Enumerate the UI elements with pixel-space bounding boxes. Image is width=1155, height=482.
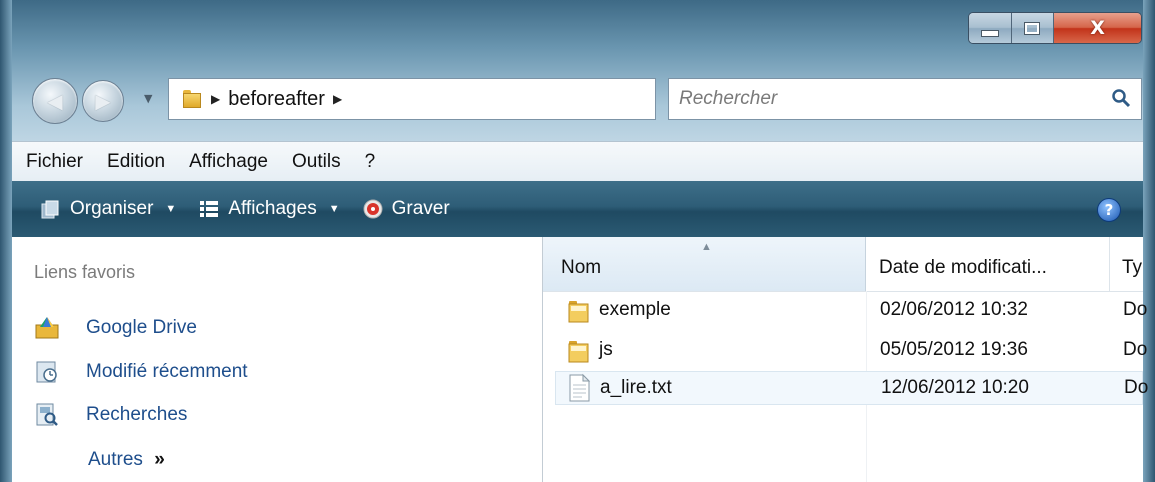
column-header-label: Date de modificati... bbox=[879, 257, 1047, 278]
minimize-icon bbox=[980, 29, 999, 37]
folder-icon bbox=[181, 88, 203, 110]
column-header-label: Nom bbox=[561, 257, 602, 278]
file-date: 05/05/2012 19:36 bbox=[880, 339, 1028, 360]
organize-button[interactable]: Organiser ▼ bbox=[40, 198, 176, 220]
help-icon[interactable]: ? bbox=[1097, 198, 1121, 222]
burn-label: Graver bbox=[391, 198, 450, 219]
favorites-more-link[interactable]: Autres » bbox=[88, 449, 165, 471]
forward-button[interactable]: ▶ bbox=[82, 80, 124, 122]
back-button[interactable]: ◀ bbox=[32, 78, 78, 124]
chevron-down-icon: ▼ bbox=[328, 203, 340, 215]
more-label: Autres bbox=[88, 449, 143, 470]
column-header-date[interactable]: Date de modificati... bbox=[866, 237, 1110, 291]
menu-help[interactable]: ? bbox=[353, 151, 388, 173]
folder-icon bbox=[568, 341, 589, 363]
favorite-google-drive[interactable]: Google Drive bbox=[34, 315, 197, 341]
column-headers: ▲ Nom Date de modificati... Ty bbox=[543, 237, 1143, 292]
menu-view[interactable]: Affichage bbox=[177, 151, 280, 173]
chevron-down-icon: ▼ bbox=[165, 203, 177, 215]
menu-file[interactable]: Fichier bbox=[12, 151, 95, 173]
searches-icon bbox=[36, 403, 58, 426]
google-drive-icon bbox=[35, 317, 59, 339]
search-input[interactable]: Rechercher bbox=[679, 88, 777, 110]
address-bar[interactable]: ▶ beforeafter ▶ ▼ bbox=[168, 78, 808, 120]
burn-disc-icon bbox=[363, 199, 383, 219]
arrow-left-icon: ◀ bbox=[47, 89, 63, 113]
favorite-label: Modifié récemment bbox=[86, 361, 248, 382]
column-header-type[interactable]: Ty bbox=[1110, 237, 1150, 291]
views-button[interactable]: Affichages ▼ bbox=[198, 198, 340, 220]
column-header-name[interactable]: ▲ Nom bbox=[543, 237, 866, 291]
maximize-icon bbox=[1025, 22, 1040, 34]
organize-icon bbox=[41, 200, 59, 219]
file-type: Do bbox=[1123, 299, 1148, 320]
views-label: Affichages bbox=[228, 198, 317, 219]
window-border-left bbox=[0, 0, 12, 482]
breadcrumb-separator-icon[interactable]: ▶ bbox=[333, 92, 342, 106]
favorite-recent[interactable]: Modifié récemment bbox=[34, 359, 248, 385]
favorite-label: Recherches bbox=[86, 404, 188, 425]
search-icon[interactable] bbox=[1111, 88, 1131, 108]
file-row-selected[interactable]: a_lire.txt 12/06/2012 10:20 Do bbox=[555, 371, 1148, 405]
sort-ascending-icon: ▲ bbox=[701, 241, 712, 253]
double-chevron-right-icon: » bbox=[154, 449, 165, 470]
maximize-button[interactable] bbox=[1011, 13, 1055, 43]
file-name: js bbox=[599, 339, 613, 360]
recent-icon bbox=[36, 361, 57, 383]
favorite-label: Google Drive bbox=[86, 317, 197, 338]
file-name: exemple bbox=[599, 299, 671, 320]
file-list: ▲ Nom Date de modificati... Ty exemple 0… bbox=[543, 237, 1148, 482]
menu-tools[interactable]: Outils bbox=[280, 151, 353, 173]
breadcrumb-item[interactable]: beforeafter bbox=[228, 88, 325, 111]
close-icon: X bbox=[1090, 17, 1105, 39]
organize-label: Organiser bbox=[70, 198, 154, 219]
file-date: 02/06/2012 10:32 bbox=[880, 299, 1028, 320]
burn-button[interactable]: Graver bbox=[362, 198, 450, 220]
favorite-searches[interactable]: Recherches bbox=[34, 402, 187, 428]
arrow-right-icon: ▶ bbox=[95, 89, 111, 113]
content-area: Liens favoris Google Drive Modifié récem… bbox=[12, 237, 1148, 482]
favorites-header: Liens favoris bbox=[34, 262, 136, 282]
navigation-pane: Liens favoris Google Drive Modifié récem… bbox=[12, 237, 543, 482]
views-icon bbox=[200, 201, 219, 217]
file-date: 12/06/2012 10:20 bbox=[881, 377, 1029, 398]
caption-buttons: X bbox=[968, 12, 1142, 44]
menu-bar: Fichier Edition Affichage Outils ? bbox=[12, 141, 1143, 182]
file-type: Do bbox=[1123, 339, 1148, 360]
breadcrumb-separator-icon[interactable]: ▶ bbox=[211, 92, 220, 106]
minimize-button[interactable] bbox=[969, 13, 1012, 43]
file-name: a_lire.txt bbox=[600, 377, 672, 398]
file-row[interactable]: exemple 02/06/2012 10:32 Do bbox=[543, 293, 1147, 327]
search-box[interactable]: Rechercher bbox=[668, 78, 1142, 120]
folder-icon bbox=[568, 301, 589, 323]
recent-pages-dropdown[interactable]: ▼ bbox=[144, 92, 152, 105]
text-file-icon bbox=[569, 373, 591, 402]
column-header-label: Ty bbox=[1122, 257, 1143, 278]
command-bar: Organiser ▼ Affichages ▼ Graver ? bbox=[12, 181, 1143, 237]
file-row[interactable]: js 05/05/2012 19:36 Do bbox=[543, 333, 1147, 367]
file-type: Do bbox=[1124, 377, 1149, 398]
menu-edit[interactable]: Edition bbox=[95, 151, 177, 173]
close-button[interactable]: X bbox=[1054, 13, 1141, 43]
